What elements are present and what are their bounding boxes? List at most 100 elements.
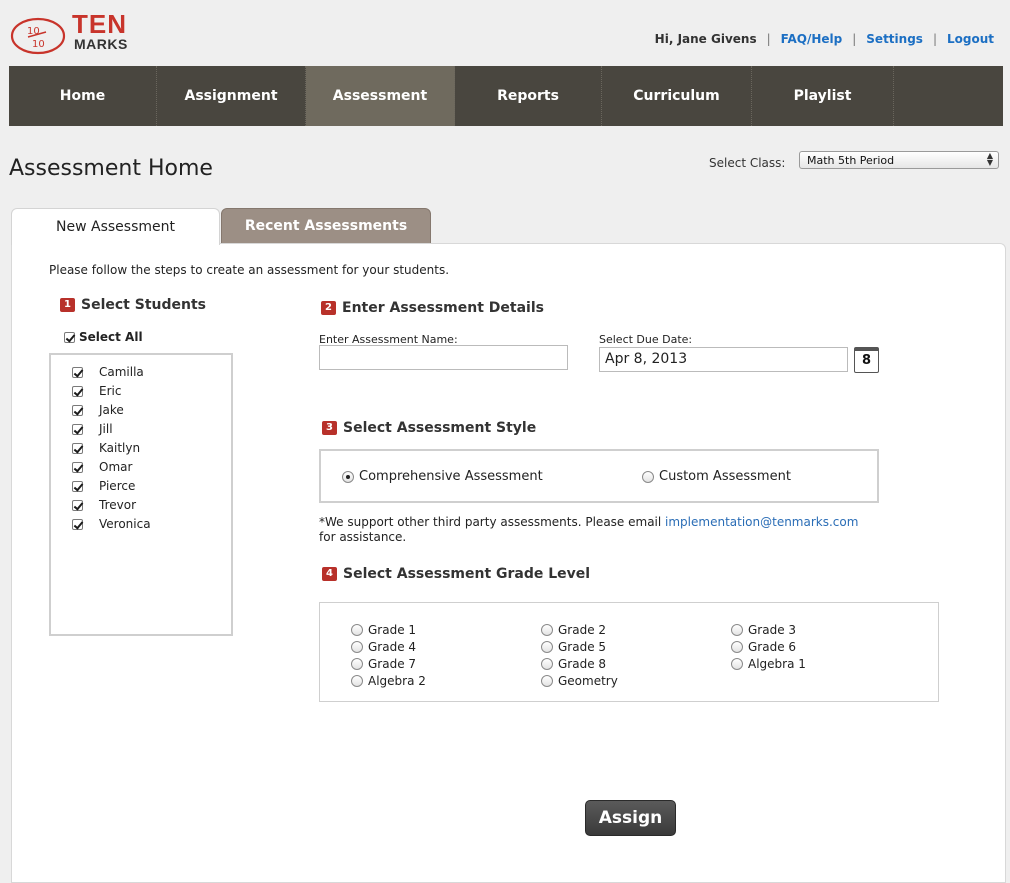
radio-icon [541, 658, 553, 670]
radio-label: Grade 2 [558, 623, 607, 637]
class-select[interactable]: Math 5th Period ▲ ▼ [799, 151, 999, 169]
radio-label: Grade 4 [368, 640, 417, 654]
nav-curriculum[interactable]: Curriculum [602, 66, 752, 126]
step-2-title: Enter Assessment Details [342, 300, 544, 316]
student-item[interactable]: Jill [72, 422, 113, 436]
main-nav: Home Assignment Assessment Reports Curri… [9, 66, 1003, 126]
radio-label: Algebra 1 [748, 657, 806, 671]
assessment-style-box: Comprehensive Assessment Custom Assessme… [319, 449, 879, 503]
radio-label: Geometry [558, 674, 618, 688]
student-name: Veronica [99, 517, 151, 531]
student-item[interactable]: Camilla [72, 365, 144, 379]
settings-link[interactable]: Settings [866, 32, 923, 46]
radio-icon [731, 658, 743, 670]
tenmarks-logo[interactable]: 10 10 TEN MARKS [10, 10, 135, 55]
radio-icon [541, 624, 553, 636]
radio-selected-icon [342, 470, 354, 483]
student-item[interactable]: Kaitlyn [72, 441, 140, 455]
grade-radio[interactable]: Algebra 2 [351, 674, 426, 688]
assessment-name-input[interactable] [319, 345, 568, 370]
step-2-badge: 2 [321, 301, 336, 315]
grade-radio[interactable]: Algebra 1 [731, 657, 806, 671]
radio-label: Grade 6 [748, 640, 797, 654]
select-arrows-icon: ▲ ▼ [986, 151, 993, 167]
student-item[interactable]: Pierce [72, 479, 135, 493]
radio-label: Grade 3 [748, 623, 797, 637]
radio-label: Grade 8 [558, 657, 607, 671]
support-email-link[interactable]: implementation@tenmarks.com [665, 515, 858, 529]
radio-icon [731, 624, 743, 636]
logo-text-marks: MARKS [74, 36, 128, 52]
nav-playlist[interactable]: Playlist [752, 66, 894, 126]
student-item[interactable]: Trevor [72, 498, 136, 512]
faq-help-link[interactable]: FAQ/Help [781, 32, 843, 46]
radio-label: Comprehensive Assessment [359, 469, 543, 484]
step-1-heading: 1 Select Students [60, 297, 206, 313]
student-item[interactable]: Jake [72, 403, 124, 417]
grade-radio[interactable]: Grade 5 [541, 640, 606, 654]
tab-recent-assessments[interactable]: Recent Assessments [221, 208, 431, 244]
select-all-label: Select All [79, 330, 143, 344]
student-name: Omar [99, 460, 133, 474]
radio-icon [731, 641, 743, 653]
radio-label: Grade 7 [368, 657, 417, 671]
tab-new-assessment[interactable]: New Assessment [11, 208, 220, 245]
grade-radio[interactable]: Grade 2 [541, 623, 606, 637]
due-date-input[interactable]: Apr 8, 2013 [599, 347, 848, 372]
step-3-badge: 3 [322, 421, 337, 435]
class-select-value: Math 5th Period [807, 154, 895, 167]
logout-link[interactable]: Logout [947, 32, 994, 46]
grade-radio[interactable]: Grade 3 [731, 623, 796, 637]
logo-badge-icon: 10 10 [10, 17, 66, 55]
assign-button[interactable]: Assign [585, 800, 676, 836]
radio-label: Grade 1 [368, 623, 417, 637]
step-3-title: Select Assessment Style [343, 420, 537, 436]
custom-assessment-radio[interactable]: Custom Assessment [642, 469, 791, 484]
grade-radio[interactable]: Geometry [541, 674, 618, 688]
checkbox-icon [72, 480, 83, 492]
checkbox-icon [72, 442, 83, 454]
step-1-title: Select Students [81, 297, 206, 313]
note-text: *We support other third party assessment… [319, 515, 666, 529]
radio-label: Custom Assessment [659, 469, 791, 484]
step-2-heading: 2 Enter Assessment Details [321, 300, 544, 316]
nav-home[interactable]: Home [9, 66, 157, 126]
student-name: Trevor [99, 498, 136, 512]
radio-icon [351, 658, 363, 670]
checkbox-icon [72, 404, 83, 416]
radio-label: Algebra 2 [368, 674, 426, 688]
student-item[interactable]: Veronica [72, 517, 151, 531]
nav-reports[interactable]: Reports [455, 66, 602, 126]
radio-icon [351, 675, 363, 687]
checkbox-icon [64, 331, 75, 343]
student-item[interactable]: Eric [72, 384, 121, 398]
checkbox-icon [72, 423, 83, 435]
grade-radio[interactable]: Grade 6 [731, 640, 796, 654]
separator: | [766, 32, 771, 46]
grade-radio[interactable]: Grade 1 [351, 623, 416, 637]
intro-text: Please follow the steps to create an ass… [49, 263, 450, 277]
grade-radio[interactable]: Grade 8 [541, 657, 606, 671]
student-name: Pierce [99, 479, 136, 493]
select-class-label: Select Class: [709, 156, 786, 170]
comprehensive-assessment-radio[interactable]: Comprehensive Assessment [342, 469, 543, 484]
select-all-checkbox[interactable]: Select All [64, 330, 143, 344]
nav-assessment[interactable]: Assessment [306, 66, 455, 126]
nav-assignment[interactable]: Assignment [157, 66, 306, 126]
grade-radio[interactable]: Grade 7 [351, 657, 416, 671]
student-name: Kaitlyn [99, 441, 141, 455]
radio-label: Grade 5 [558, 640, 607, 654]
separator: | [932, 32, 937, 46]
student-name: Camilla [99, 365, 144, 379]
checkbox-icon [72, 366, 83, 378]
grade-radio[interactable]: Grade 4 [351, 640, 416, 654]
student-item[interactable]: Omar [72, 460, 132, 474]
checkbox-icon [72, 518, 83, 530]
student-list[interactable]: Camilla Eric Jake Jill Kaitlyn Omar Pier… [49, 353, 233, 636]
checkbox-icon [72, 385, 83, 397]
checkbox-icon [72, 499, 83, 511]
calendar-icon[interactable]: 8 [854, 347, 879, 373]
due-date-label: Select Due Date: [599, 333, 693, 346]
svg-text:10: 10 [32, 39, 45, 50]
radio-icon [541, 675, 553, 687]
